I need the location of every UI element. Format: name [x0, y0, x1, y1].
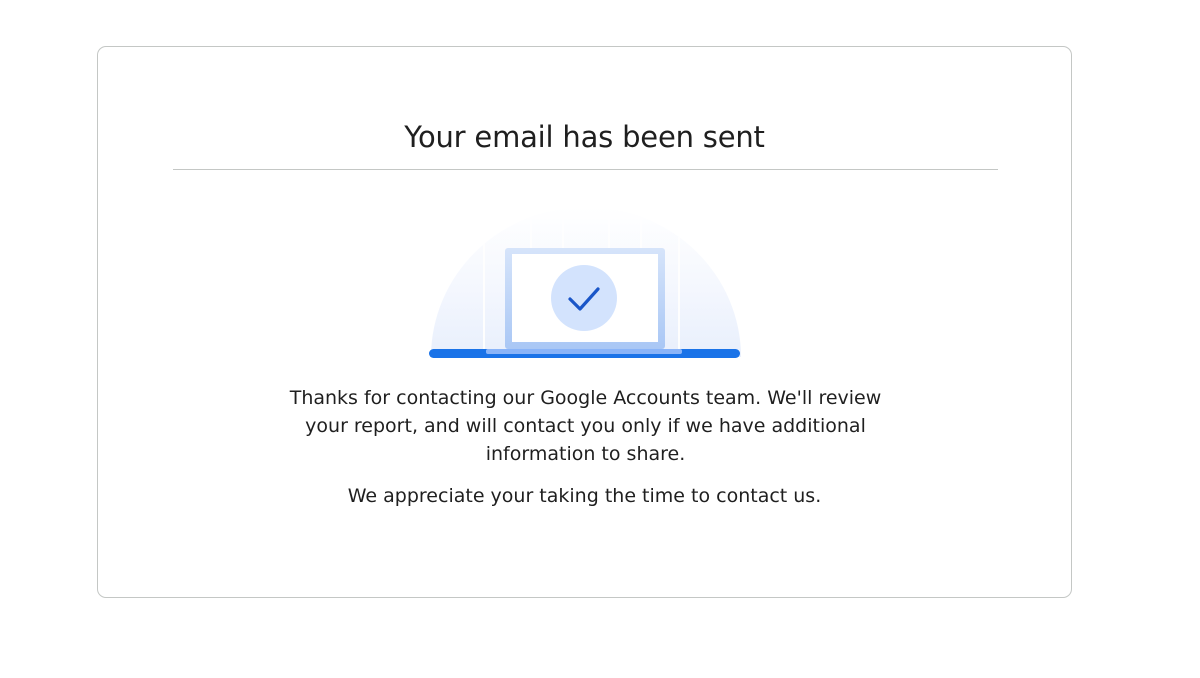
laptop-hinge [486, 349, 682, 354]
title-divider [173, 169, 998, 170]
confirmation-card: Your email has been sent Thanks for cont… [97, 46, 1072, 598]
check-circle [551, 265, 617, 331]
laptop-success-illustration [429, 207, 743, 362]
page-title: Your email has been sent [404, 120, 765, 154]
confirmation-message: Thanks for contacting our Google Account… [289, 387, 882, 465]
appreciation-message: We appreciate your taking the time to co… [347, 485, 822, 507]
laptop-illustration-graphic [429, 207, 741, 358]
